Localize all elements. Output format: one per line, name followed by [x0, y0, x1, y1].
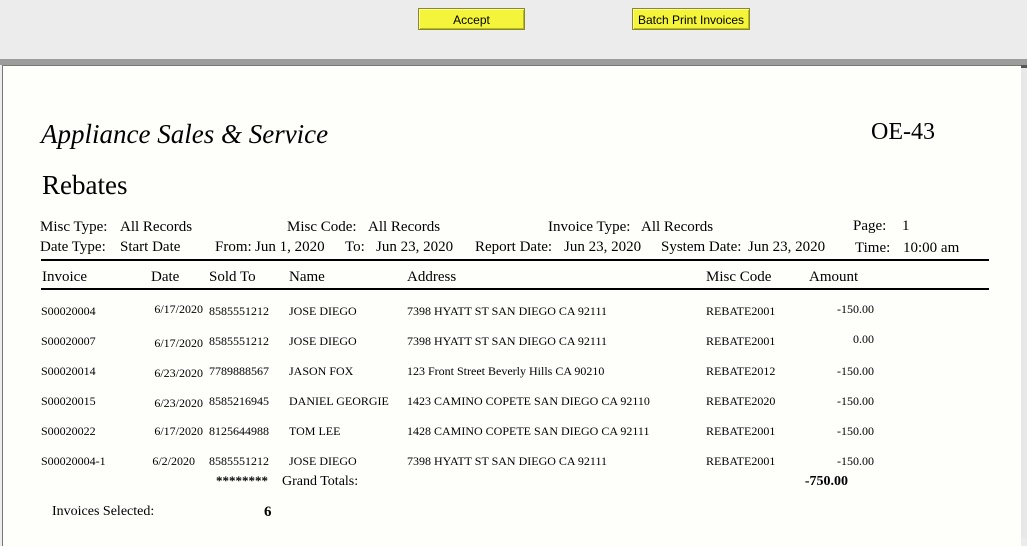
cell-invoice: S00020004-1 — [41, 454, 106, 468]
cell-invoice: S00020004 — [41, 304, 96, 318]
date-type-value: Start Date — [120, 239, 181, 255]
cell-date: 6/17/2020 — [154, 302, 203, 316]
cell-sold-to: 8585551212 — [209, 334, 269, 348]
cell-misc-code: REBATE2001 — [706, 334, 776, 348]
cell-misc-code: REBATE2001 — [706, 424, 776, 438]
cell-misc-code: REBATE2012 — [706, 364, 776, 378]
cell-name: DANIEL GEORGIE — [289, 394, 389, 408]
system-date-label: System Date: — [661, 239, 742, 255]
cell-name: JOSE DIEGO — [289, 334, 357, 348]
report-title: Rebates — [42, 170, 128, 200]
accept-button[interactable]: Accept — [418, 8, 525, 30]
col-sold-to: Sold To — [209, 269, 256, 285]
grand-totals-label: Grand Totals: — [282, 474, 359, 489]
cell-name: TOM LEE — [289, 424, 341, 438]
col-misc-code: Misc Code — [706, 269, 772, 285]
grand-totals-amount: -750.00 — [804, 474, 848, 489]
cell-address: 7398 HYATT ST SAN DIEGO CA 92111 — [407, 304, 608, 318]
page-label: Page: — [853, 218, 887, 234]
col-address: Address — [407, 269, 457, 285]
cell-address: 7398 HYATT ST SAN DIEGO CA 92111 — [407, 334, 608, 348]
cell-date: 6/17/2020 — [154, 424, 203, 438]
cell-amount: -150.00 — [837, 424, 874, 438]
columns-divider — [41, 288, 989, 290]
totals-stars: ******** — [216, 473, 268, 488]
col-invoice: Invoice — [42, 269, 87, 285]
report-date-value: Jun 23, 2020 — [564, 239, 642, 255]
cell-misc-code: REBATE2001 — [706, 304, 776, 318]
cell-sold-to: 8585551212 — [209, 454, 269, 468]
cell-invoice: S00020014 — [41, 364, 96, 378]
cell-amount: 0.00 — [853, 332, 874, 346]
date-type-label: Date Type: — [40, 239, 106, 255]
cell-amount: -150.00 — [837, 364, 874, 378]
system-date-value: Jun 23, 2020 — [748, 239, 826, 255]
cell-amount: -150.00 — [837, 394, 874, 408]
cell-date: 6/23/2020 — [154, 366, 203, 380]
cell-sold-to: 7789888567 — [209, 364, 269, 378]
report-page: Appliance Sales & Service OE-43 Rebates … — [2, 65, 1021, 546]
report-date-label: Report Date: — [475, 239, 553, 255]
cell-name: JOSE DIEGO — [289, 304, 357, 318]
invoices-selected-label: Invoices Selected: — [52, 504, 155, 519]
header-divider — [41, 259, 989, 261]
col-name: Name — [289, 269, 325, 285]
to-label: To: — [345, 239, 365, 255]
cell-address: 1428 CAMINO COPETE SAN DIEGO CA 92111 — [407, 424, 650, 438]
invoice-type-label: Invoice Type: — [548, 219, 631, 235]
misc-type-label: Misc Type: — [40, 219, 108, 235]
cell-invoice: S00020015 — [41, 394, 96, 408]
cell-invoice: S00020022 — [41, 424, 96, 438]
cell-date: 6/2/2020 — [152, 454, 195, 468]
col-amount: Amount — [809, 269, 859, 285]
cell-sold-to: 8585551212 — [209, 304, 269, 318]
page-value: 1 — [902, 218, 910, 234]
vertical-scrollbar[interactable] — [1021, 65, 1027, 538]
misc-code-value: All Records — [368, 219, 441, 235]
cell-address: 7398 HYATT ST SAN DIEGO CA 92111 — [407, 454, 608, 468]
cell-name: JOSE DIEGO — [289, 454, 357, 468]
to-value: Jun 23, 2020 — [376, 239, 454, 255]
cell-misc-code: REBATE2020 — [706, 394, 776, 408]
invoice-type-value: All Records — [641, 219, 714, 235]
cell-amount: -150.00 — [837, 302, 874, 316]
cell-address: 123 Front Street Beverly Hills CA 90210 — [407, 364, 605, 378]
cell-invoice: S00020007 — [41, 334, 96, 348]
time-value: 10:00 am — [903, 240, 960, 256]
invoices-selected-value: 6 — [264, 504, 272, 520]
misc-code-label: Misc Code: — [287, 219, 357, 235]
time-label: Time: — [855, 240, 891, 256]
cell-misc-code: REBATE2001 — [706, 454, 776, 468]
misc-type-value: All Records — [120, 219, 193, 235]
cell-date: 6/23/2020 — [154, 396, 203, 410]
scrollbar-thumb[interactable] — [1021, 65, 1027, 68]
report-code: OE-43 — [871, 119, 935, 145]
cell-sold-to: 8125644988 — [209, 424, 269, 438]
cell-name: JASON FOX — [289, 364, 354, 378]
company-name: Appliance Sales & Service — [41, 119, 329, 149]
col-date: Date — [151, 269, 180, 285]
toolbar: Accept Batch Print Invoices — [0, 0, 1027, 58]
from-label: From: — [215, 239, 252, 255]
cell-address: 1423 CAMINO COPETE SAN DIEGO CA 92110 — [407, 394, 650, 408]
batch-print-invoices-button[interactable]: Batch Print Invoices — [632, 8, 750, 30]
cell-amount: -150.00 — [837, 454, 874, 468]
from-value: Jun 1, 2020 — [255, 239, 325, 255]
cell-date: 6/17/2020 — [154, 336, 203, 350]
cell-sold-to: 8585216945 — [209, 394, 269, 408]
